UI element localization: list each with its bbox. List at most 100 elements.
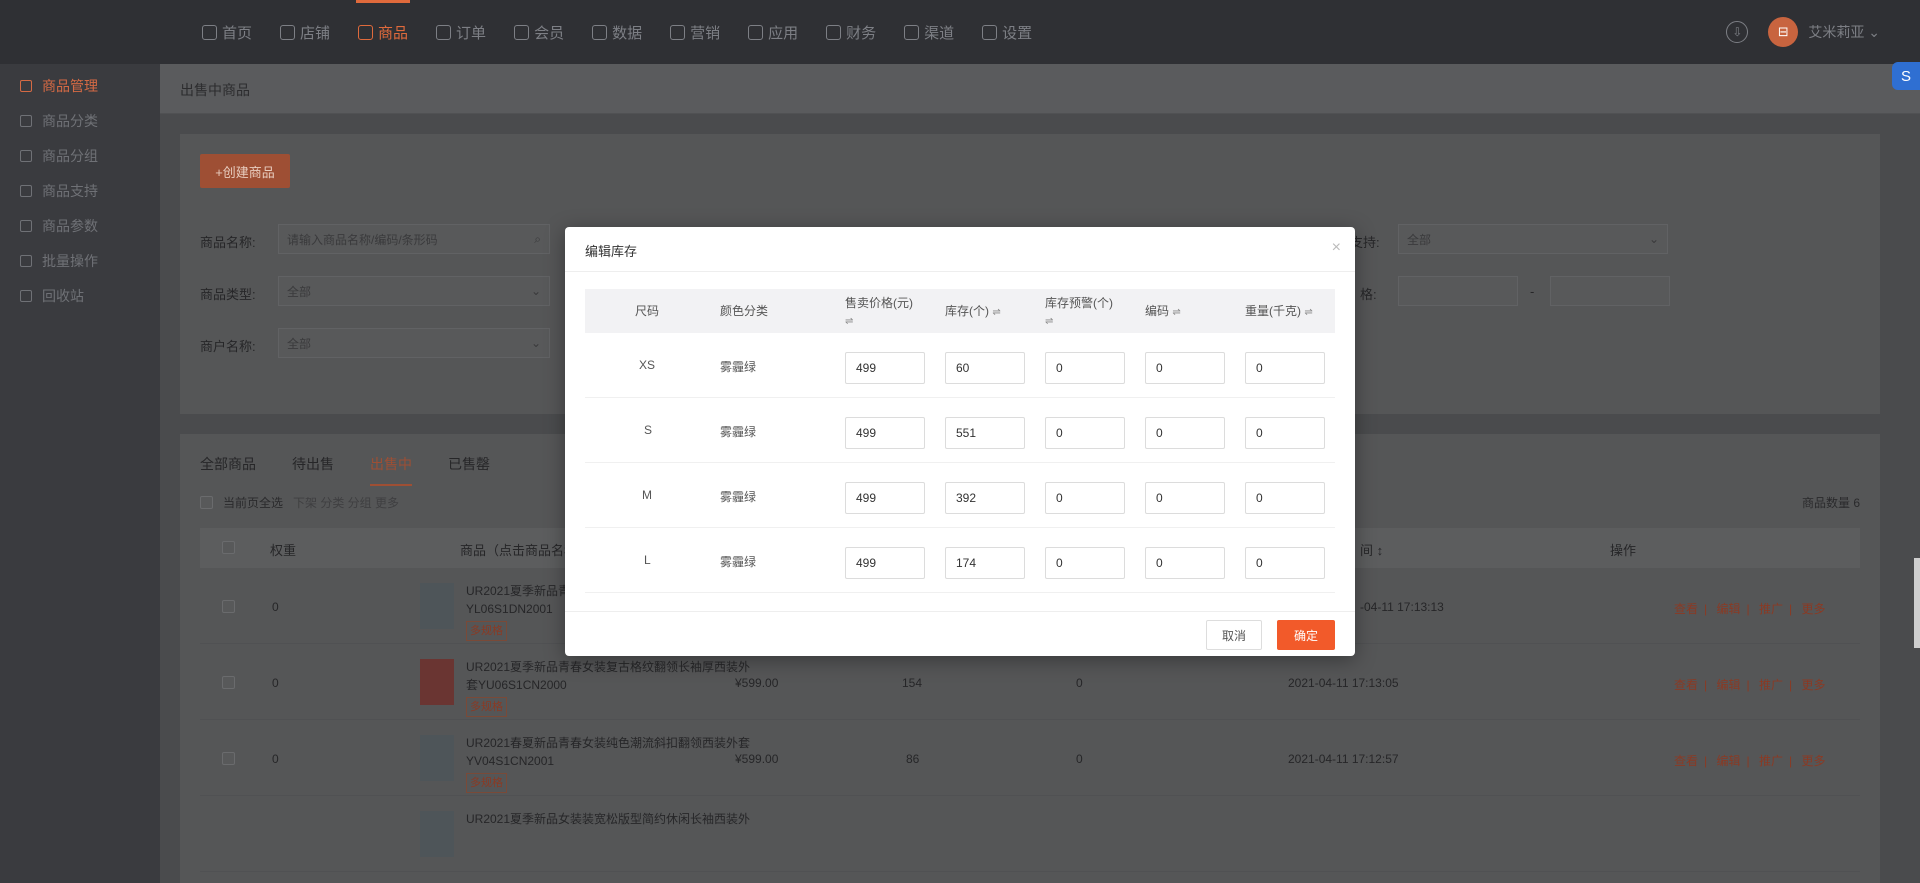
col-stock[interactable]: 库存(个) ⇌ — [945, 303, 1001, 321]
bulk-action-links[interactable]: 下架 分类 分组 更多 — [293, 494, 399, 511]
product-thumbnail[interactable] — [420, 659, 454, 705]
sidebar-item-categories[interactable]: 商品分类 — [0, 103, 160, 138]
edit-link[interactable]: 编辑 — [1716, 754, 1740, 768]
list-icon — [20, 219, 32, 232]
code-input[interactable] — [1145, 352, 1225, 384]
product-name[interactable]: UR2021夏季新品青春女装复古格纹翻领长袖厚西装外 — [466, 658, 750, 676]
col-weight[interactable]: 重量(千克) ⇌ — [1245, 303, 1313, 321]
col-code[interactable]: 编码 ⇌ — [1145, 303, 1181, 321]
download-icon[interactable]: ⇩ — [1726, 21, 1749, 43]
stock-input[interactable] — [945, 352, 1025, 384]
sort-icon[interactable]: ⇌ — [845, 313, 853, 330]
product-name[interactable]: UR2021夏季新品女装装宽松版型简约休闲长袖西装外 — [466, 810, 750, 827]
price-min-input[interactable] — [1398, 276, 1518, 306]
nav-marketing[interactable]: 营销 — [658, 0, 732, 64]
edit-link[interactable]: 编辑 — [1716, 678, 1740, 692]
stock-input[interactable] — [945, 482, 1025, 514]
stock-input[interactable] — [945, 547, 1025, 579]
stock-warning-input[interactable] — [1045, 352, 1125, 384]
edit-link[interactable]: 编辑 — [1716, 602, 1740, 616]
cancel-button[interactable]: 取消 — [1206, 620, 1262, 650]
floating-helper-icon[interactable]: S — [1892, 62, 1920, 90]
row-checkbox[interactable] — [222, 676, 235, 689]
stock-warning-input[interactable] — [1045, 482, 1125, 514]
promote-link[interactable]: 推广 — [1759, 678, 1783, 692]
product-thumbnail[interactable] — [420, 583, 454, 629]
col-price[interactable]: 售卖价格(元) ⇌ — [845, 295, 913, 330]
tag-icon — [670, 24, 686, 40]
price-input[interactable] — [845, 417, 925, 449]
nav-settings[interactable]: 设置 — [970, 0, 1044, 64]
avatar[interactable]: ⊟ — [1768, 17, 1799, 47]
sidebar-item-recycle[interactable]: 回收站 — [0, 278, 160, 313]
price-input[interactable] — [845, 547, 925, 579]
row-checkbox[interactable] — [222, 600, 235, 613]
product-thumbnail[interactable] — [420, 735, 454, 781]
product-name[interactable]: UR2021春夏新品青春女装纯色潮流斜扣翻领西装外套 — [466, 734, 750, 752]
nav-data[interactable]: 数据 — [580, 0, 654, 64]
promote-link[interactable]: 推广 — [1759, 602, 1783, 616]
close-icon[interactable]: × — [1332, 239, 1341, 257]
weight-input[interactable] — [1245, 352, 1325, 384]
row-checkbox[interactable] — [222, 752, 235, 765]
stock-input[interactable] — [945, 417, 1025, 449]
price-input[interactable] — [845, 482, 925, 514]
col-time[interactable]: 间 ↕ — [1360, 540, 1383, 559]
code-input[interactable] — [1145, 417, 1225, 449]
weight-input[interactable] — [1245, 482, 1325, 514]
tab-on-sale[interactable]: 出售中 — [370, 454, 412, 486]
nav-products[interactable]: 商品 — [346, 0, 420, 64]
sort-icon[interactable]: ⇌ — [992, 304, 1000, 321]
confirm-button[interactable]: 确定 — [1277, 620, 1335, 650]
sidebar-item-batch[interactable]: 批量操作 — [0, 243, 160, 278]
row-size: M — [642, 488, 652, 502]
merchant-select[interactable]: 全部 ⌄ — [278, 328, 550, 358]
col-warning[interactable]: 库存预警(个) ⇌ — [1045, 295, 1113, 330]
header-checkbox[interactable] — [222, 541, 235, 554]
promote-link[interactable]: 推广 — [1759, 754, 1783, 768]
weight-input[interactable] — [1245, 547, 1325, 579]
tab-all[interactable]: 全部商品 — [200, 454, 256, 486]
sidebar-item-label: 商品管理 — [42, 77, 98, 94]
nav-home[interactable]: 首页 — [190, 0, 264, 64]
product-code: 套YU06S1CN2000 — [466, 678, 567, 692]
nav-members[interactable]: 会员 — [502, 0, 576, 64]
tab-sold-out[interactable]: 已售罄 — [448, 454, 490, 486]
nav-orders[interactable]: 订单 — [424, 0, 498, 64]
select-all-checkbox[interactable] — [200, 496, 213, 509]
more-link[interactable]: 更多 — [1801, 678, 1825, 692]
sidebar-item-support[interactable]: 商品支持 — [0, 173, 160, 208]
col-color: 颜色分类 — [720, 304, 769, 318]
view-link[interactable]: 查看 — [1674, 678, 1698, 692]
code-input[interactable] — [1145, 547, 1225, 579]
product-thumbnail[interactable] — [420, 811, 454, 857]
sort-icon[interactable]: ⇌ — [1045, 313, 1053, 330]
search-icon[interactable]: ⌕ — [534, 232, 541, 247]
price-input[interactable] — [845, 352, 925, 384]
sort-icon[interactable]: ⇌ — [1304, 304, 1312, 321]
type-select[interactable]: 全部 ⌄ — [278, 276, 550, 306]
search-input[interactable]: 请输入商品名称/编码/条形码 ⌕ — [278, 224, 550, 254]
stock-warning-input[interactable] — [1045, 547, 1125, 579]
nav-channels[interactable]: 渠道 — [892, 0, 966, 64]
username-dropdown[interactable]: 艾米莉亚 ⌄ — [1808, 22, 1880, 42]
price-max-input[interactable] — [1550, 276, 1670, 306]
create-product-button[interactable]: +创建商品 — [200, 154, 290, 188]
weight-input[interactable] — [1245, 417, 1325, 449]
stock-warning-input[interactable] — [1045, 417, 1125, 449]
code-input[interactable] — [1145, 482, 1225, 514]
sidebar-item-params[interactable]: 商品参数 — [0, 208, 160, 243]
sidebar-item-groups[interactable]: 商品分组 — [0, 138, 160, 173]
nav-finance[interactable]: 财务 — [814, 0, 888, 64]
more-link[interactable]: 更多 — [1801, 602, 1825, 616]
tab-pending[interactable]: 待出售 — [292, 454, 334, 486]
view-link[interactable]: 查看 — [1674, 754, 1698, 768]
view-link[interactable]: 查看 — [1674, 602, 1698, 616]
nav-store[interactable]: 店铺 — [268, 0, 342, 64]
sort-icon[interactable]: ⇌ — [1172, 304, 1180, 321]
nav-apps[interactable]: 应用 — [736, 0, 810, 64]
support-select[interactable]: 全部 ⌄ — [1398, 224, 1668, 254]
side-scroll-handle[interactable] — [1914, 558, 1920, 648]
sidebar-item-product-management[interactable]: 商品管理 — [0, 68, 160, 103]
more-link[interactable]: 更多 — [1801, 754, 1825, 768]
